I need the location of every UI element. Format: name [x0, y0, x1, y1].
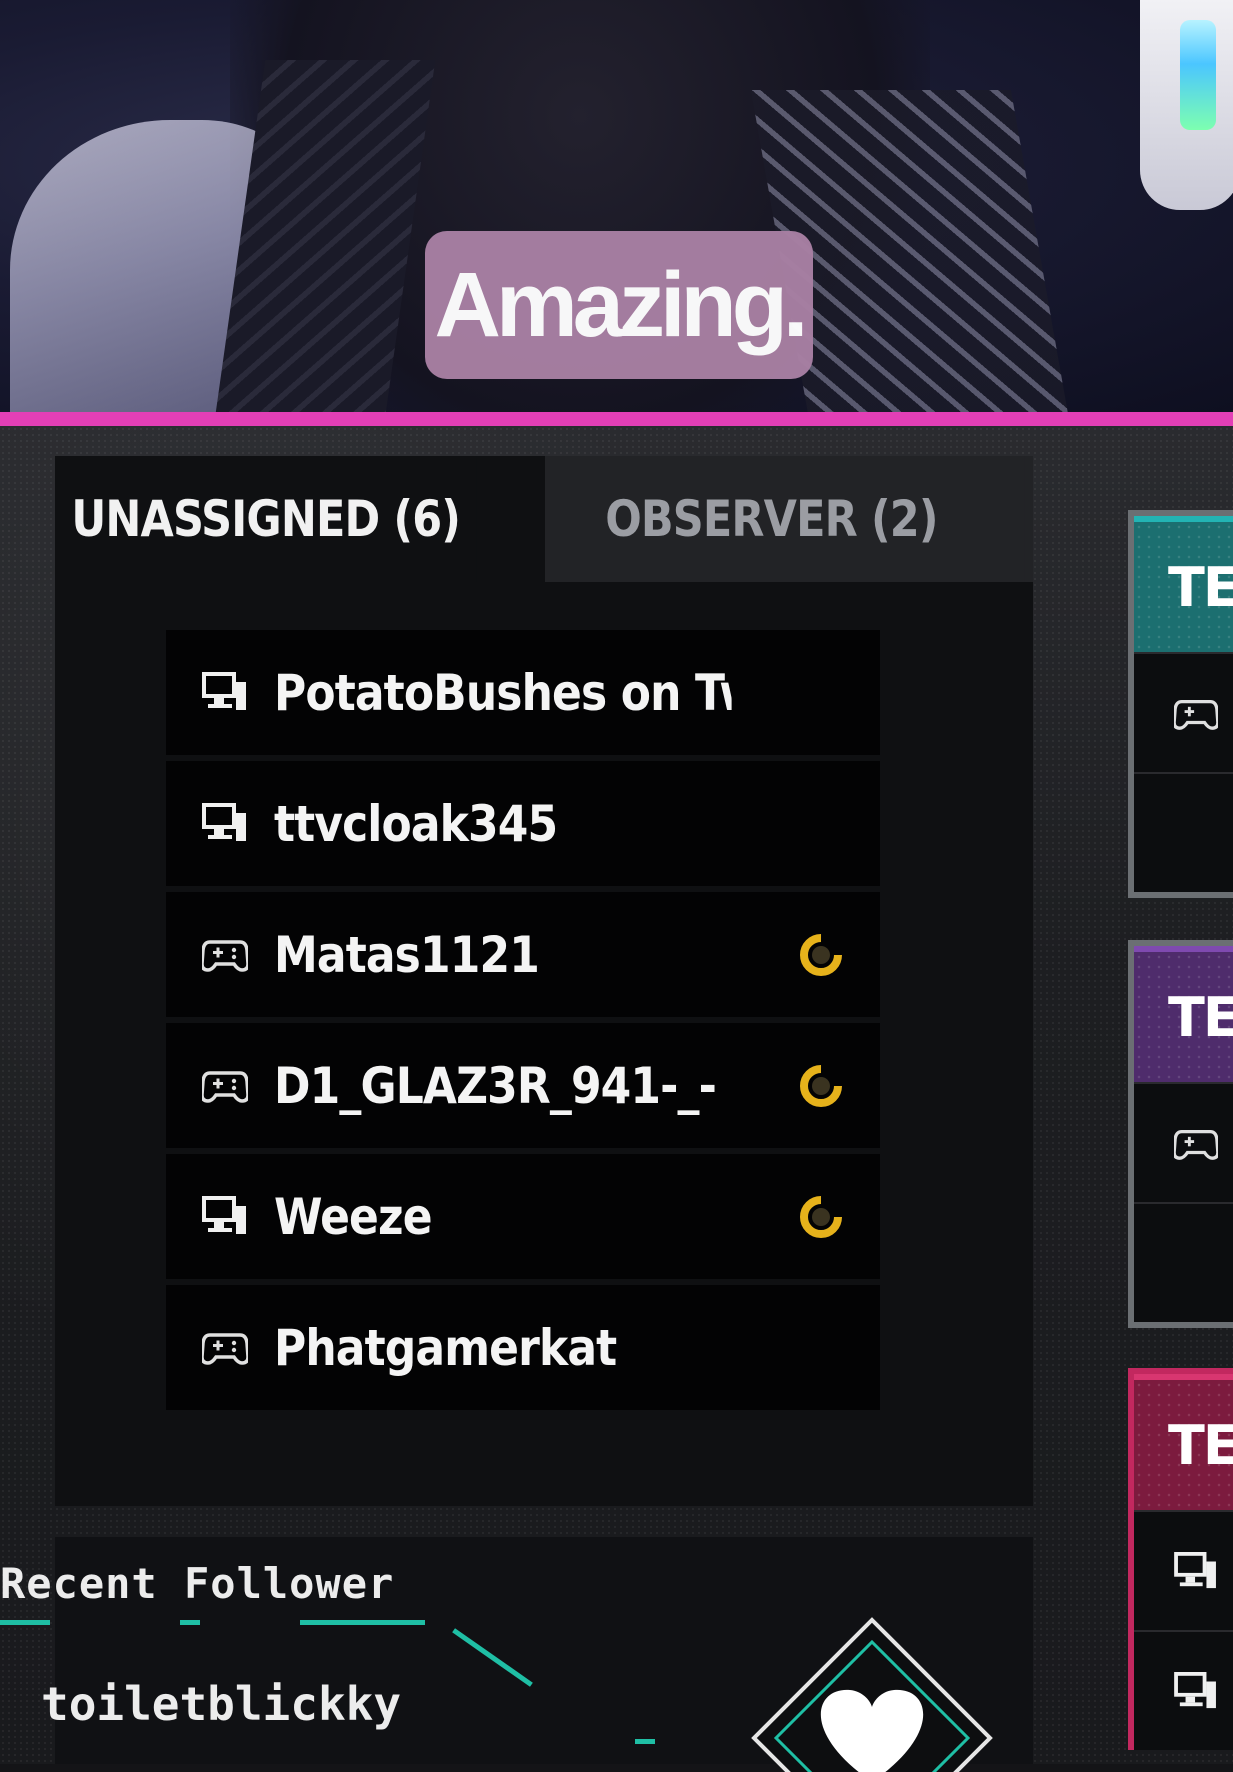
- pc-icon: [202, 672, 246, 710]
- loading-icon: [800, 934, 842, 976]
- tab-observer[interactable]: OBSERVER (2): [545, 456, 1033, 582]
- player-row[interactable]: PotatoBushes on Twitc: [166, 630, 880, 755]
- team-2-header: TE: [1134, 946, 1233, 1082]
- player-name: Matas1121: [274, 926, 540, 984]
- team-2-slot[interactable]: [1134, 1082, 1233, 1202]
- player-row[interactable]: Weeze: [166, 1154, 880, 1279]
- tab-unassigned-label: UNASSIGNED (6): [55, 456, 477, 582]
- player-name: ttvcloak345: [274, 795, 558, 853]
- player-row[interactable]: D1_GLAZ3R_941-_-: [166, 1023, 880, 1148]
- controller-icon: [202, 940, 248, 972]
- loading-icon: [800, 1196, 842, 1238]
- pc-icon: [1174, 1672, 1216, 1709]
- heart-icon: [751, 1617, 993, 1772]
- team-1-slot[interactable]: [1134, 652, 1233, 772]
- pc-icon: [1174, 1552, 1216, 1589]
- accent-line: [635, 1739, 655, 1744]
- team-card-2[interactable]: TE: [1128, 940, 1233, 1328]
- team-card-1[interactable]: TE: [1128, 510, 1233, 898]
- team-2-slot-empty[interactable]: [1134, 1202, 1233, 1322]
- stream-divider: [0, 412, 1233, 426]
- controller-icon: [202, 1071, 248, 1103]
- player-list: PotatoBushes on Twitc ttvcloak345 Matas1…: [166, 630, 880, 1416]
- follower-title: Recent Follower: [0, 1559, 395, 1608]
- player-row[interactable]: ttvcloak345: [166, 761, 880, 886]
- player-name: Phatgamerkat: [274, 1319, 617, 1377]
- player-row[interactable]: Matas1121: [166, 892, 880, 1017]
- accent-line: [300, 1620, 425, 1625]
- tab-unassigned[interactable]: UNASSIGNED (6): [55, 456, 545, 582]
- team-3-slot[interactable]: [1134, 1630, 1233, 1750]
- accent-line: [180, 1620, 200, 1625]
- controller-icon: [202, 1333, 248, 1365]
- player-row[interactable]: Phatgamerkat: [166, 1285, 880, 1410]
- pc-icon: [202, 803, 246, 841]
- player-name: D1_GLAZ3R_941-_-: [274, 1057, 717, 1115]
- microphone: [1140, 0, 1233, 210]
- player-name: PotatoBushes on Twitc: [274, 664, 732, 722]
- loading-icon: [800, 1065, 842, 1107]
- tab-observer-label: OBSERVER (2): [545, 456, 1025, 582]
- pc-icon: [202, 1196, 246, 1234]
- team-1-header: TE: [1134, 516, 1233, 652]
- caption-bubble: Amazing.: [425, 231, 813, 379]
- accent-line: [452, 1628, 533, 1687]
- controller-icon: [1174, 1129, 1218, 1160]
- follower-name: toiletblickky: [41, 1677, 402, 1731]
- player-name: Weeze: [274, 1188, 433, 1246]
- lobby-tabs: UNASSIGNED (6) OBSERVER (2): [55, 456, 1033, 582]
- team-1-slot-empty[interactable]: [1134, 772, 1233, 892]
- controller-icon: [1174, 699, 1218, 730]
- team-card-3[interactable]: TE: [1128, 1368, 1233, 1750]
- team-3-header: TE: [1134, 1374, 1233, 1510]
- recent-follower-widget: Recent Follower toiletblickky: [0, 1537, 1033, 1772]
- accent-line: [0, 1620, 50, 1625]
- team-3-slot[interactable]: [1134, 1510, 1233, 1630]
